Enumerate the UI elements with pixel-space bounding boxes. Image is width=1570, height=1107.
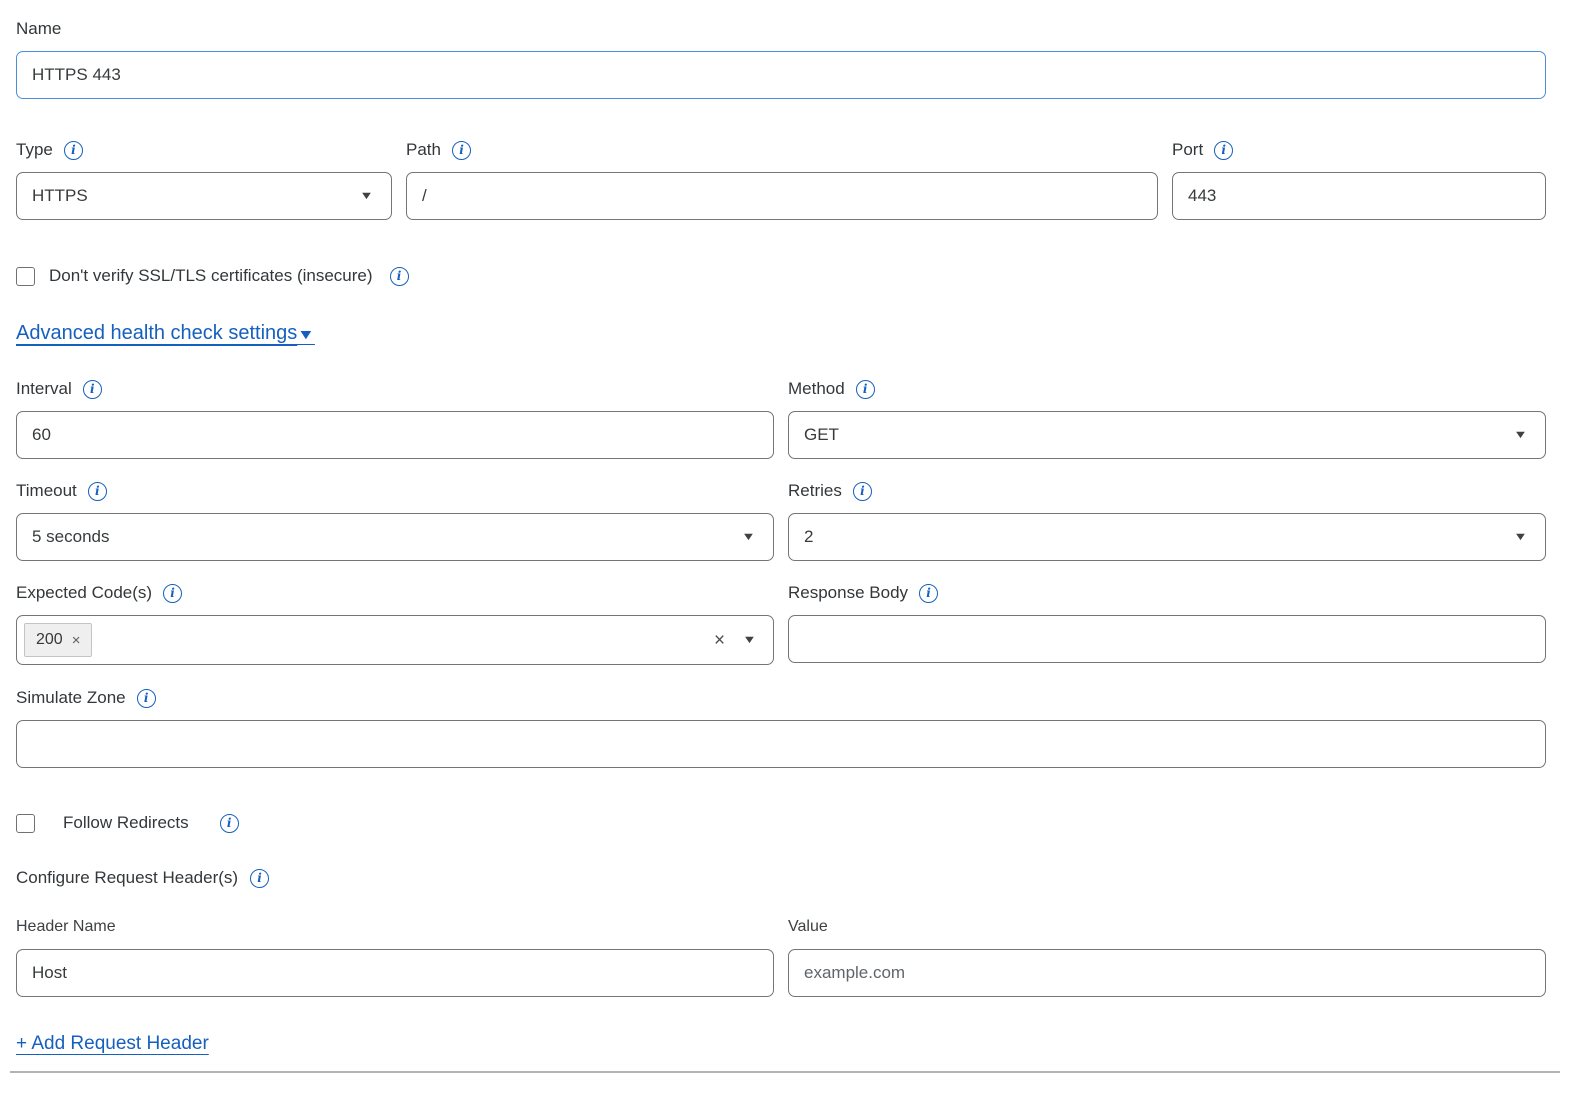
follow-redirects-checkbox[interactable] bbox=[16, 814, 35, 833]
name-label: Name bbox=[16, 18, 1546, 40]
advanced-settings-row: Advanced health check settings▼ bbox=[16, 322, 1546, 345]
ssl-verify-info-icon[interactable]: i bbox=[390, 267, 409, 286]
method-info-icon[interactable]: i bbox=[856, 380, 875, 399]
chevron-down-icon: ▼ bbox=[741, 531, 756, 543]
header-value-input[interactable] bbox=[788, 949, 1546, 997]
simulate-zone-label: Simulate Zone i bbox=[16, 687, 1546, 709]
response-body-label: Response Body i bbox=[788, 582, 1546, 604]
header-value-label: Value bbox=[788, 916, 1546, 938]
type-info-icon[interactable]: i bbox=[64, 141, 83, 160]
port-label: Port i bbox=[1172, 139, 1546, 161]
method-select-value: GET bbox=[804, 425, 839, 445]
triangle-down-icon: ▼ bbox=[297, 326, 315, 342]
request-header-row: Header Name Value bbox=[16, 916, 1546, 997]
follow-redirects-info-icon[interactable]: i bbox=[220, 814, 239, 833]
retries-label-text: Retries bbox=[788, 480, 842, 502]
interval-info-icon[interactable]: i bbox=[83, 380, 102, 399]
method-label: Method i bbox=[788, 378, 1546, 400]
name-label-text: Name bbox=[16, 18, 61, 40]
timeout-select-value: 5 seconds bbox=[32, 527, 110, 547]
response-body-field-group: Response Body i bbox=[788, 582, 1546, 665]
response-body-input[interactable] bbox=[788, 615, 1546, 663]
simulate-zone-label-text: Simulate Zone bbox=[16, 687, 126, 709]
expected-codes-label: Expected Code(s) i bbox=[16, 582, 774, 604]
chevron-down-icon: ▼ bbox=[1513, 429, 1528, 441]
header-name-label: Header Name bbox=[16, 916, 774, 938]
advanced-settings-link[interactable]: Advanced health check settings▼ bbox=[16, 322, 313, 345]
method-select[interactable]: GET ▼ bbox=[788, 411, 1546, 459]
request-headers-heading-text: Configure Request Header(s) bbox=[16, 868, 238, 888]
header-value-label-text: Value bbox=[788, 916, 828, 938]
path-field-group: Path i bbox=[406, 139, 1158, 220]
interval-label-text: Interval bbox=[16, 378, 72, 400]
method-field-group: Method i GET ▼ bbox=[788, 378, 1546, 459]
type-path-port-row: Type i HTTPS ▼ Path i Port i bbox=[16, 139, 1546, 220]
timeout-info-icon[interactable]: i bbox=[88, 482, 107, 501]
response-body-label-text: Response Body bbox=[788, 582, 908, 604]
timeout-label: Timeout i bbox=[16, 480, 774, 502]
code-tag-text: 200 bbox=[36, 631, 63, 649]
name-field-group: Name bbox=[16, 18, 1546, 99]
simulate-zone-info-icon[interactable]: i bbox=[137, 689, 156, 708]
path-input[interactable] bbox=[406, 172, 1158, 220]
follow-redirects-row: Follow Redirects i bbox=[16, 813, 1546, 833]
retries-select[interactable]: 2 ▼ bbox=[788, 513, 1546, 561]
name-input[interactable] bbox=[16, 51, 1546, 99]
timeout-label-text: Timeout bbox=[16, 480, 77, 502]
timeout-retries-row: Timeout i 5 seconds ▼ Retries i 2 ▼ bbox=[16, 480, 1546, 561]
type-select[interactable]: HTTPS ▼ bbox=[16, 172, 392, 220]
ssl-verify-checkbox[interactable] bbox=[16, 267, 35, 286]
method-label-text: Method bbox=[788, 378, 845, 400]
codes-body-row: Expected Code(s) i 200 × × ▼ Response Bo… bbox=[16, 582, 1546, 665]
clear-all-icon[interactable]: × bbox=[714, 631, 725, 650]
code-tag: 200 × bbox=[24, 623, 92, 657]
ssl-verify-checkbox-row: Don't verify SSL/TLS certificates (insec… bbox=[16, 266, 1546, 286]
simulate-zone-field-group: Simulate Zone i bbox=[16, 687, 1546, 768]
retries-field-group: Retries i 2 ▼ bbox=[788, 480, 1546, 561]
path-label-text: Path bbox=[406, 139, 441, 161]
health-check-form: Name Type i HTTPS ▼ Path i Port i bbox=[0, 0, 1570, 1073]
header-value-field-group: Value bbox=[788, 916, 1546, 997]
path-label: Path i bbox=[406, 139, 1158, 161]
retries-select-value: 2 bbox=[804, 527, 813, 547]
port-label-text: Port bbox=[1172, 139, 1203, 161]
add-header-row: + Add Request Header bbox=[16, 1033, 1546, 1055]
port-input[interactable] bbox=[1172, 172, 1546, 220]
interval-input[interactable] bbox=[16, 411, 774, 459]
type-field-group: Type i HTTPS ▼ bbox=[16, 139, 392, 220]
request-headers-heading: Configure Request Header(s) i bbox=[16, 868, 1546, 888]
expected-codes-multiselect[interactable]: 200 × × ▼ bbox=[16, 615, 774, 665]
advanced-settings-link-text: Advanced health check settings bbox=[16, 322, 297, 345]
timeout-select[interactable]: 5 seconds ▼ bbox=[16, 513, 774, 561]
retries-info-icon[interactable]: i bbox=[853, 482, 872, 501]
add-request-header-link[interactable]: + Add Request Header bbox=[16, 1033, 209, 1055]
chevron-down-icon[interactable]: ▼ bbox=[742, 634, 757, 646]
chevron-down-icon: ▼ bbox=[1513, 531, 1528, 543]
path-info-icon[interactable]: i bbox=[452, 141, 471, 160]
expected-codes-label-text: Expected Code(s) bbox=[16, 582, 152, 604]
header-name-field-group: Header Name bbox=[16, 916, 774, 997]
type-label: Type i bbox=[16, 139, 392, 161]
expected-codes-field-group: Expected Code(s) i 200 × × ▼ bbox=[16, 582, 774, 665]
type-label-text: Type bbox=[16, 139, 53, 161]
header-name-input[interactable] bbox=[16, 949, 774, 997]
type-select-value: HTTPS bbox=[32, 186, 88, 206]
header-name-label-text: Header Name bbox=[16, 916, 116, 938]
follow-redirects-label: Follow Redirects bbox=[63, 813, 189, 833]
chevron-down-icon: ▼ bbox=[359, 190, 374, 202]
interval-label: Interval i bbox=[16, 378, 774, 400]
expected-codes-info-icon[interactable]: i bbox=[163, 584, 182, 603]
interval-method-row: Interval i Method i GET ▼ bbox=[16, 378, 1546, 459]
port-info-icon[interactable]: i bbox=[1214, 141, 1233, 160]
section-divider bbox=[10, 1071, 1560, 1073]
interval-field-group: Interval i bbox=[16, 378, 774, 459]
response-body-info-icon[interactable]: i bbox=[919, 584, 938, 603]
timeout-field-group: Timeout i 5 seconds ▼ bbox=[16, 480, 774, 561]
request-headers-info-icon[interactable]: i bbox=[250, 869, 269, 888]
ssl-verify-checkbox-label: Don't verify SSL/TLS certificates (insec… bbox=[49, 266, 373, 286]
port-field-group: Port i bbox=[1172, 139, 1546, 220]
simulate-zone-input[interactable] bbox=[16, 720, 1546, 768]
retries-label: Retries i bbox=[788, 480, 1546, 502]
tag-remove-icon[interactable]: × bbox=[72, 632, 81, 649]
